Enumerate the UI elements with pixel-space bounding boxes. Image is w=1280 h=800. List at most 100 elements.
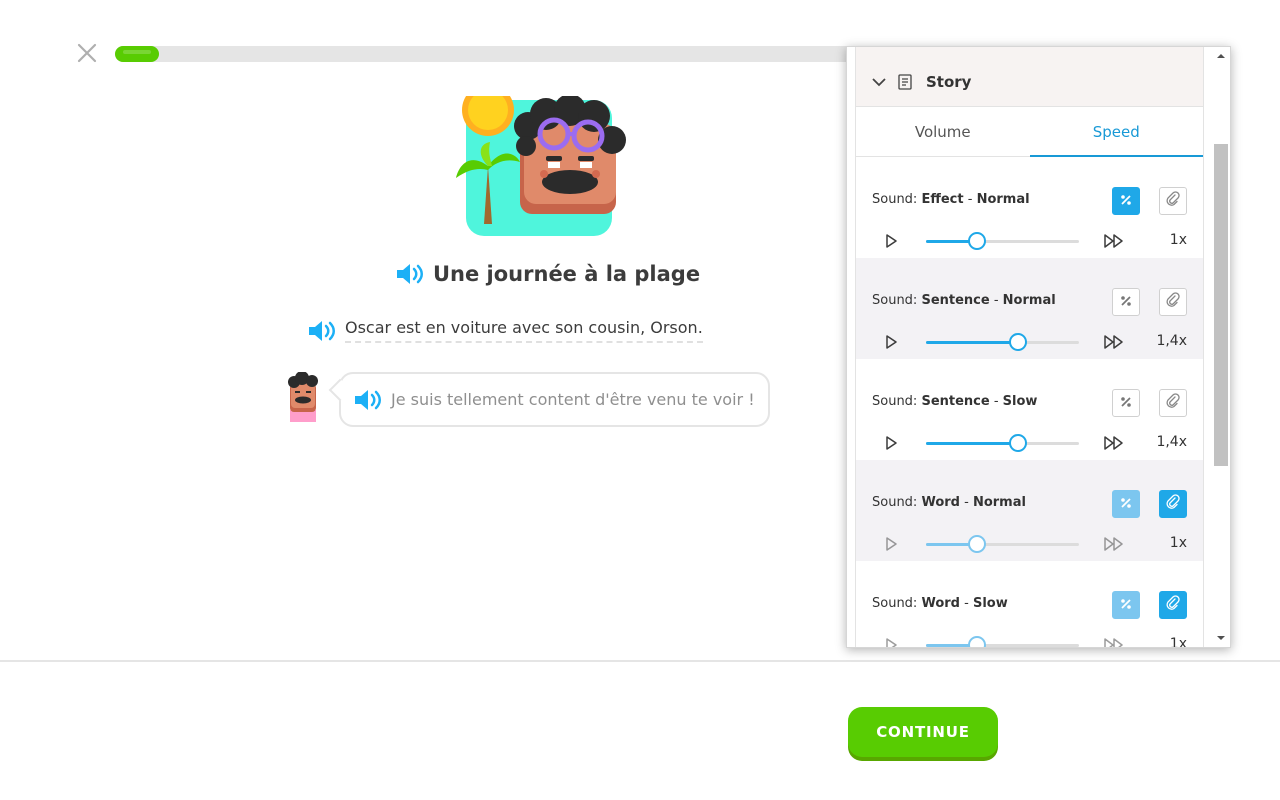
percent-toggle-button[interactable] [1112,187,1140,215]
scroll-down-arrow-icon[interactable] [1216,633,1226,643]
sound-row: Sound: Sentence - Slow 1,4x [856,359,1203,460]
sound-row: Sound: Word - Slow 1x [856,561,1203,648]
speed-controls: 1x [856,229,1203,253]
tab-volume[interactable]: Volume [856,107,1030,156]
speed-slider[interactable] [926,535,1079,553]
attachment-toggle-button[interactable] [1159,389,1187,417]
speed-slider-knob[interactable] [968,535,986,553]
paperclip-icon [1166,292,1180,312]
panel-scrollbar[interactable] [1212,47,1230,647]
speed-slider-knob[interactable] [968,232,986,250]
paperclip-icon [1166,494,1180,514]
play-icon[interactable] [884,334,898,350]
speed-slider[interactable] [926,434,1079,452]
speed-controls: 1,4x [856,431,1203,455]
sound-variant: Normal [1002,293,1056,308]
document-icon [898,73,912,90]
paperclip-icon [1166,595,1180,615]
fast-forward-icon[interactable] [1103,435,1125,451]
sound-variant: Normal [976,192,1030,207]
sound-settings-panel: Story Volume Speed Sound: Effect - Norma… [846,46,1231,648]
fast-forward-icon[interactable] [1103,334,1125,350]
sound-title: Sound: Sentence - Slow [872,394,1037,409]
sound-row: Sound: Effect - Normal 1x [856,157,1203,258]
fast-forward-icon[interactable] [1103,637,1125,648]
close-icon[interactable] [76,42,98,64]
sound-row: Sound: Word - Normal 1x [856,460,1203,561]
narration-text[interactable]: Oscar est en voiture avec son cousin, Or… [345,318,703,343]
percent-toggle-button[interactable] [1112,288,1140,316]
sound-variant: Normal [972,495,1026,510]
chevron-down-icon[interactable] [872,77,886,87]
percent-icon [1119,293,1133,312]
fast-forward-icon[interactable] [1103,536,1125,552]
scrollbar-thumb[interactable] [1214,144,1228,466]
sound-separator: - [989,394,1003,409]
story-illustration [456,96,626,236]
sound-row: Sound: Sentence - Normal 1,4x [856,258,1203,359]
speed-controls: 1,4x [856,330,1203,354]
speed-slider[interactable] [926,232,1079,250]
sound-kind: Effect [921,192,964,207]
fast-forward-icon[interactable] [1103,233,1125,249]
panel-tabs: Volume Speed [856,107,1203,157]
sound-title: Sound: Effect - Normal [872,192,1030,207]
sound-title: Sound: Word - Normal [872,495,1026,510]
play-icon[interactable] [884,637,898,648]
story-section-header[interactable]: Story [856,47,1203,107]
dialogue-bubble: Je suis tellement content d'être venu te… [339,372,770,427]
speed-slider-fill [926,442,1018,445]
story-section-label: Story [926,72,972,91]
play-icon[interactable] [884,536,898,552]
sound-variant: Slow [972,596,1008,611]
play-icon[interactable] [884,233,898,249]
speed-value: 1,4x [1156,434,1187,450]
story-title-row: Une journée à la plage [395,258,700,290]
percent-toggle-button[interactable] [1112,591,1140,619]
speed-slider-knob[interactable] [968,636,986,647]
speed-slider-knob[interactable] [1008,434,1027,452]
paperclip-icon [1166,191,1180,211]
speed-slider-knob[interactable] [1008,333,1027,351]
speed-controls: 1x [856,532,1203,556]
percent-icon [1119,394,1133,413]
sound-variant: Slow [1002,394,1038,409]
sound-separator: - [959,495,973,510]
attachment-toggle-button[interactable] [1159,288,1187,316]
tab-speed[interactable]: Speed [1029,107,1204,157]
speed-value: 1,4x [1156,333,1187,349]
sound-kind: Word [921,495,960,510]
sound-prefix: Sound: [872,495,922,510]
sound-title: Sound: Word - Slow [872,596,1008,611]
sound-list: Sound: Effect - Normal 1x Sound: Sentence … [856,157,1203,648]
percent-icon [1119,596,1133,615]
sound-kind: Sentence [921,394,990,409]
footer-divider [0,660,1280,662]
sound-prefix: Sound: [872,394,922,409]
speed-value: 1x [1169,535,1187,551]
sound-prefix: Sound: [872,192,922,207]
scroll-up-arrow-icon[interactable] [1216,51,1226,61]
lesson-progress-fill [115,46,160,62]
percent-toggle-button[interactable] [1112,490,1140,518]
sound-kind: Sentence [921,293,990,308]
percent-icon [1119,495,1133,514]
play-icon[interactable] [884,435,898,451]
speaker-icon[interactable] [307,319,337,343]
speed-slider[interactable] [926,636,1079,647]
speed-slider[interactable] [926,333,1079,351]
story-title: Une journée à la plage [433,262,701,286]
percent-toggle-button[interactable] [1112,389,1140,417]
attachment-toggle-button[interactable] [1159,187,1187,215]
sound-kind: Word [921,596,960,611]
dialogue-text[interactable]: Je suis tellement content d'être venu te… [391,390,755,409]
attachment-toggle-button[interactable] [1159,591,1187,619]
percent-icon [1119,192,1133,211]
sound-prefix: Sound: [872,596,922,611]
speaker-icon[interactable] [353,388,383,412]
continue-button[interactable]: CONTINUE [848,707,998,757]
speaker-icon[interactable] [395,262,425,286]
paperclip-icon [1166,393,1180,413]
narration-line: Oscar est en voiture avec son cousin, Or… [307,318,703,343]
attachment-toggle-button[interactable] [1159,490,1187,518]
